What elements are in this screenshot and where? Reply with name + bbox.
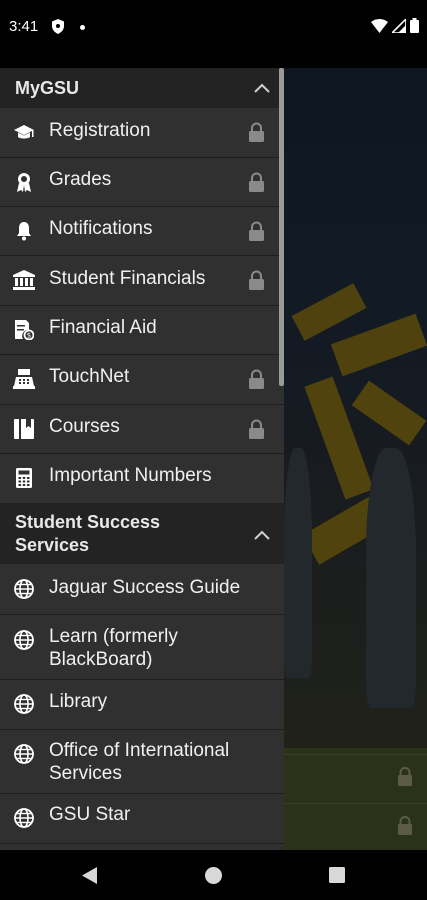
drawer-scrollbar[interactable] (279, 68, 284, 386)
wifi-icon (371, 18, 388, 38)
recents-icon[interactable] (329, 867, 345, 888)
menu-item-learn[interactable]: Learn (formerly BlackBoard) (0, 615, 284, 680)
award-ribbon-icon (13, 171, 35, 193)
shield-icon (52, 19, 64, 39)
menu-item-label: GSU Star (49, 804, 131, 825)
navigation-drawer: MyGSU Registration Grades Notifications (0, 68, 284, 850)
menu-item-office-of-international-services[interactable]: Office of International Services (0, 730, 284, 794)
chevron-up-icon[interactable] (254, 80, 270, 98)
menu-item-gsu-star[interactable]: GSU Star (0, 794, 284, 844)
globe-icon (13, 578, 35, 600)
cell-signal-icon (390, 16, 407, 38)
menu-item-label: Notifications (49, 218, 153, 239)
background-sculpture (291, 283, 367, 341)
menu-item-label: TouchNet (49, 366, 130, 387)
status-bar: 3:41 (0, 0, 427, 68)
bell-icon (13, 220, 35, 242)
menu-item-student-financials[interactable]: Student Financials (0, 256, 284, 306)
notification-dot-icon (80, 25, 85, 30)
section-header-student-success-services[interactable]: Student Success Services (0, 503, 284, 564)
lock-icon (248, 221, 265, 246)
lock-icon (397, 767, 413, 791)
chevron-up-icon[interactable] (254, 527, 270, 545)
menu-item-registration[interactable]: Registration (0, 108, 284, 158)
globe-icon (13, 693, 35, 715)
menu-item-jaguar-success-guide[interactable]: Jaguar Success Guide (0, 564, 284, 615)
calculator-icon (13, 467, 35, 489)
menu-item-label: Student Financials (49, 268, 206, 289)
svg-text:$: $ (27, 332, 31, 340)
back-icon[interactable] (82, 867, 97, 889)
lock-icon (248, 369, 265, 394)
menu-item-financial-aid[interactable]: $ Financial Aid (0, 306, 284, 355)
menu-item-label: Learn (formerly BlackBoard) (49, 626, 178, 670)
graduation-cap-icon (13, 121, 35, 143)
background-person (284, 448, 312, 678)
lock-icon (248, 122, 265, 147)
lock-icon (397, 816, 413, 840)
globe-icon (13, 629, 35, 651)
menu-item-label: Library (49, 691, 108, 712)
notebook-icon (13, 418, 35, 440)
menu-item-touchnet[interactable]: TouchNet (0, 355, 284, 405)
menu-item-courses[interactable]: Courses (0, 405, 284, 454)
menu-item-label: Important Numbers (49, 465, 212, 486)
background-row (284, 754, 427, 798)
menu-item-important-numbers[interactable]: Important Numbers (0, 454, 284, 503)
menu-item-notifications[interactable]: Notifications (0, 207, 284, 256)
menu-item-label: Financial Aid (49, 317, 157, 338)
background-row (284, 803, 427, 847)
lock-icon (248, 172, 265, 197)
bank-icon (13, 269, 35, 291)
section-title: Student Success Services (15, 512, 161, 555)
menu-item-label: Grades (49, 169, 112, 190)
menu-item-grades[interactable]: Grades (0, 158, 284, 207)
background-sculpture (351, 380, 427, 446)
menu-item-label: Registration (49, 120, 151, 141)
globe-icon (13, 807, 35, 829)
background-page-scrim[interactable] (284, 68, 427, 850)
lock-icon (248, 270, 265, 295)
status-icons (371, 16, 419, 38)
section-title: MyGSU (15, 78, 80, 98)
background-person (366, 448, 416, 708)
menu-item-label: Courses (49, 416, 120, 437)
financial-aid-document-icon: $ (13, 319, 35, 341)
globe-icon (13, 743, 35, 765)
status-time: 3:41 (9, 18, 39, 35)
section-header-mygsu[interactable]: MyGSU (0, 68, 284, 108)
background-sculpture (330, 313, 427, 377)
battery-icon (410, 18, 419, 38)
menu-item-label: Jaguar Success Guide (49, 577, 241, 598)
home-icon[interactable] (205, 867, 222, 889)
lock-icon (248, 419, 265, 444)
menu-item-library[interactable]: Library (0, 680, 284, 730)
cash-register-icon (13, 368, 35, 390)
system-navigation-bar (0, 850, 427, 900)
menu-item-label: Office of International Services (49, 740, 230, 784)
